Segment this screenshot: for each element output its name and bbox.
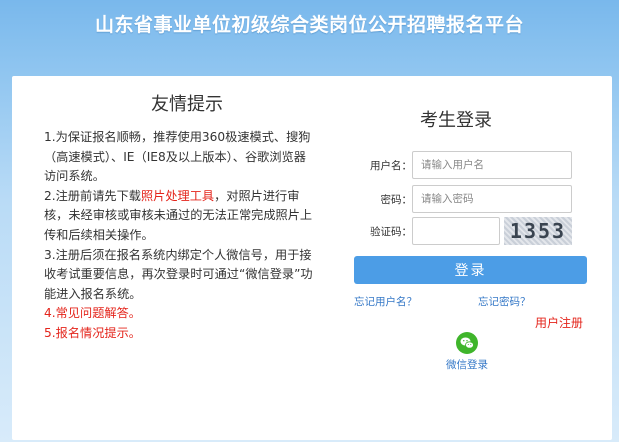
notice-item-2: 2.注册前请先下载照片处理工具，对照片进行审核，未经审核或审核未通过的无法正常完… [44,187,314,246]
notice-body: 1.为保证报名顺畅，推荐使用360极速模式、搜狗（高速模式）、IE（IE8及以上… [44,128,314,344]
photo-tool-link[interactable]: 照片处理工具 [141,189,214,203]
username-input[interactable] [412,151,572,179]
wechat-login-label[interactable]: 微信登录 [442,357,492,372]
captcha-image[interactable]: 1353 [504,217,572,245]
notice-item-4-prefix: 4. [44,306,56,321]
notice-section: 友情提示 1.为保证报名顺畅，推荐使用360极速模式、搜狗（高速模式）、IE（I… [44,90,314,344]
password-label: 密码： [380,194,413,206]
login-title: 考生登录 [420,110,492,131]
notice-item-5-suffix: 。 [128,325,141,340]
captcha-label: 验证码： [370,226,412,238]
notice-item-4: 4.常见问题解答。 [44,304,314,324]
registration-status-link[interactable]: 报名情况提示 [56,326,129,340]
notice-title: 友情提示 [151,94,223,115]
site-title: 山东省事业单位初级综合类岗位公开招聘报名平台 [94,14,524,36]
username-label: 用户名： [370,160,412,172]
notice-item-1: 1.为保证报名顺畅，推荐使用360极速模式、搜狗（高速模式）、IE（IE8及以上… [44,130,311,184]
faq-link[interactable]: 常见问题解答 [56,306,129,320]
captcha-input[interactable] [412,217,500,245]
forgot-username-link[interactable]: 忘记用户名？ [354,294,417,309]
notice-item-5: 5.报名情况提示。 [44,324,314,344]
password-input[interactable] [412,185,572,213]
captcha-row: 验证码： 1353 [354,217,590,247]
login-button[interactable]: 登录 [354,256,587,284]
wechat-login[interactable]: 微信登录 [442,332,492,372]
wechat-icon[interactable] [456,332,478,354]
register-link[interactable]: 用户注册 [535,314,583,331]
forgot-password-link[interactable]: 忘记密码？ [478,294,531,309]
password-row: 密码： [354,185,590,215]
main-panel: 友情提示 1.为保证报名顺畅，推荐使用360极速模式、搜狗（高速模式）、IE（I… [12,76,612,440]
username-row: 用户名： [354,151,590,181]
notice-item-5-prefix: 5. [44,325,56,340]
notice-item-2-prefix: 2.注册前请先下载 [44,188,141,203]
notice-item-4-suffix: 。 [128,306,141,321]
notice-item-3: 3.注册后须在报名系统内绑定个人微信号，用于接收考试重要信息，再次登录时可通过“… [44,247,313,301]
